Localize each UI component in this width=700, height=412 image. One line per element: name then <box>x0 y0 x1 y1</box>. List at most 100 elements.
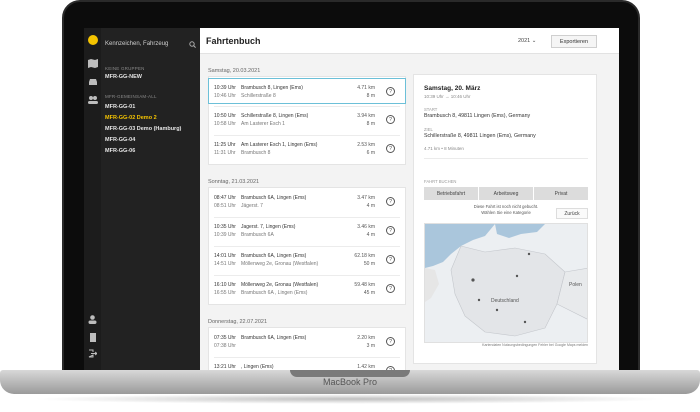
help-circle-icon[interactable]: ? <box>386 115 395 124</box>
trip-duration: 3 m <box>366 343 375 349</box>
trip-start-time: 10:50 Uhr <box>214 113 236 119</box>
trip-start-time: 11:25 Uhr <box>214 142 236 148</box>
icon-rail <box>84 28 101 370</box>
year-select[interactable]: 2021 ⌄ <box>518 38 536 44</box>
vehicle-item[interactable]: MFR-GG-NEW <box>105 74 142 80</box>
trip-distance: 62.18 km <box>354 253 375 259</box>
logout-icon[interactable] <box>87 348 98 359</box>
chevron-down-icon: ⌄ <box>531 38 537 44</box>
category-private-button[interactable]: Privat <box>534 187 588 200</box>
vehicle-search-input[interactable]: Kennzeichen, Fahrzeug <box>105 36 196 52</box>
building-icon[interactable] <box>87 332 98 343</box>
trip-duration: 4 m <box>366 203 375 209</box>
trip-start-address: Möllenweg 2e, Gronau (Westfalen) <box>241 282 319 288</box>
trip-row[interactable]: 16:10 Uhr 16:55 Uhr Möllenweg 2e, Gronau (… <box>209 276 405 302</box>
trip-start-time: 08:47 Uhr <box>214 195 236 201</box>
users-icon[interactable] <box>87 94 98 105</box>
help-circle-icon[interactable]: ? <box>386 144 395 153</box>
trip-duration: 8 m <box>366 93 375 99</box>
day-card: 08:47 Uhr 08:51 Uhr Brambusch 6A, Lingen (… <box>208 187 406 305</box>
main-content: Fahrtenbuch 2021 ⌄ Exportieren Samstag, … <box>200 28 619 370</box>
trip-list: Samstag, 20.03.2021 10:39 Uhr 10:46 Uhr Bra… <box>208 58 406 370</box>
trip-row[interactable]: 10:39 Uhr 10:46 Uhr Brambusch 8, Lingen (E… <box>208 78 406 104</box>
trip-row[interactable]: 11:25 Uhr 11:31 Uhr Am Lasterer Esch 1, Li… <box>209 136 405 162</box>
trip-detail-panel: Samstag, 20. März 10:39 Uhr → 10:46 Uhr … <box>413 74 597 364</box>
trip-start-address: Brambusch 8, Lingen (Ems) <box>241 85 303 91</box>
trip-start-address: Jagerst. 7, Lingen (Ems) <box>241 224 296 230</box>
trip-distance: 4.71 km <box>357 85 375 91</box>
vehicle-item-active[interactable]: MFR-GG-02 Demo 2 <box>105 115 157 121</box>
trip-distance: 59.48 km <box>354 282 375 288</box>
trip-start-time: 07:35 Uhr <box>214 335 236 341</box>
trip-duration: 50 m <box>363 261 375 267</box>
top-bar: Fahrtenbuch 2021 ⌄ Exportieren <box>200 28 619 54</box>
help-circle-icon[interactable]: ? <box>386 284 395 293</box>
trip-end-time: 10:58 Uhr <box>214 121 236 127</box>
trip-duration: 4 m <box>366 232 375 238</box>
map-icon[interactable] <box>87 58 98 69</box>
car-icon[interactable] <box>87 76 98 87</box>
vehicle-item[interactable]: MFR-GG-01 <box>105 104 135 110</box>
vehicle-sidebar: Kennzeichen, Fahrzeug KEINE GRUPPEN MFR-… <box>101 28 200 370</box>
trip-end-address: Brambusch 6A <box>241 232 274 238</box>
detail-time: 10:39 Uhr → 10:46 Uhr <box>424 94 471 99</box>
trip-start-time: 16:10 Uhr <box>214 282 236 288</box>
category-business-button[interactable]: Betriebsfahrt <box>424 187 478 200</box>
category-buttons: Betriebsfahrt Arbeitsweg Privat <box>424 187 588 200</box>
trip-end-time: 16:55 Uhr <box>214 290 236 296</box>
trip-start-time: 10:35 Uhr <box>214 224 236 230</box>
route-map[interactable]: Deutschland Polen <box>424 223 588 343</box>
help-circle-icon[interactable]: ? <box>386 337 395 346</box>
section-no-groups: KEINE GRUPPEN <box>105 66 145 71</box>
trip-duration: 6 m <box>366 150 375 156</box>
trip-start-address: Brambusch 6A, Lingen (Ems) <box>241 335 307 341</box>
logo-icon[interactable] <box>87 34 98 45</box>
user-icon[interactable] <box>87 314 98 325</box>
trip-row[interactable]: 10:50 Uhr 10:58 Uhr Schillerstraße 8, Ling… <box>209 107 405 133</box>
trip-start-address: Brambusch 6A, Lingen (Ems) <box>241 195 307 201</box>
trip-end-time: 14:51 Uhr <box>214 261 236 267</box>
end-address: Schillerstraße 8, 49811 Lingen (Ems), Ge… <box>424 133 536 139</box>
trip-end-address: Brambusch 6A , Lingen (Ems) <box>241 290 308 296</box>
day-heading: Donnerstag, 22.07.2021 <box>208 319 268 325</box>
help-circle-icon[interactable]: ? <box>386 87 395 96</box>
trip-end-time: 11:31 Uhr <box>214 150 236 156</box>
help-circle-icon[interactable]: ? <box>386 226 395 235</box>
search-icon <box>189 40 196 48</box>
day-heading: Samstag, 20.03.2021 <box>208 68 261 74</box>
section-common: MFR-GEMEINSAM-ALL <box>105 94 157 99</box>
help-circle-icon[interactable]: ? <box>386 255 395 264</box>
vehicle-item[interactable]: MFR-GG-04 <box>105 137 135 143</box>
back-button[interactable]: Zurück <box>556 208 588 219</box>
export-button[interactable]: Exportieren <box>551 35 597 48</box>
search-placeholder: Kennzeichen, Fahrzeug <box>105 41 169 47</box>
laptop-notch <box>290 370 410 377</box>
trip-row[interactable]: 07:35 Uhr 07:38 Uhr Brambusch 6A, Lingen (… <box>209 329 405 355</box>
category-commute-button[interactable]: Arbeitsweg <box>479 187 533 200</box>
trip-duration: 8 m <box>366 121 375 127</box>
trip-row[interactable]: 10:35 Uhr 10:39 Uhr Jagerst. 7, Lingen (Em… <box>209 218 405 244</box>
help-circle-icon[interactable]: ? <box>386 197 395 206</box>
vehicle-item[interactable]: MFR-GG-06 <box>105 148 135 154</box>
end-label: ZIEL <box>424 127 433 132</box>
trip-distance: 3.94 km <box>357 113 375 119</box>
trip-stats: 4.71 km • 8 Minuten <box>424 146 464 151</box>
trip-end-address: Jägerst. 7 <box>241 203 263 209</box>
laptop-shadow <box>30 394 670 404</box>
day-heading: Sonntag, 21.03.2021 <box>208 179 260 185</box>
trip-row[interactable]: 13:21 Uhr13:24 Uhr, Lingen (Ems)Brambusc… <box>209 358 405 370</box>
trip-end-time: 10:46 Uhr <box>214 93 236 99</box>
laptop-base: MacBook Pro <box>0 370 700 410</box>
device-label: MacBook Pro <box>322 377 378 387</box>
start-label: START <box>424 107 438 112</box>
trip-end-address: Möllenweg 2e, Gronau (Westfalen) <box>241 261 319 267</box>
map-attribution: Kartendaten Nutzungsbedingungen Fehler b… <box>482 343 588 347</box>
day-card: 10:39 Uhr 10:46 Uhr Brambusch 8, Lingen (E… <box>208 76 406 165</box>
trip-row[interactable]: 08:47 Uhr 08:51 Uhr Brambusch 6A, Lingen (… <box>209 189 405 215</box>
vehicle-item[interactable]: MFR-GG-03 Demo (Hamburg) <box>105 126 181 132</box>
trip-row[interactable]: 14:01 Uhr 14:51 Uhr Brambusch 6A, Lingen (… <box>209 247 405 273</box>
map-label-poland: Polen <box>569 282 582 288</box>
trip-duration: 45 m <box>363 290 375 296</box>
trip-start-time: 14:01 Uhr <box>214 253 236 259</box>
detail-date: Samstag, 20. März <box>424 85 481 92</box>
